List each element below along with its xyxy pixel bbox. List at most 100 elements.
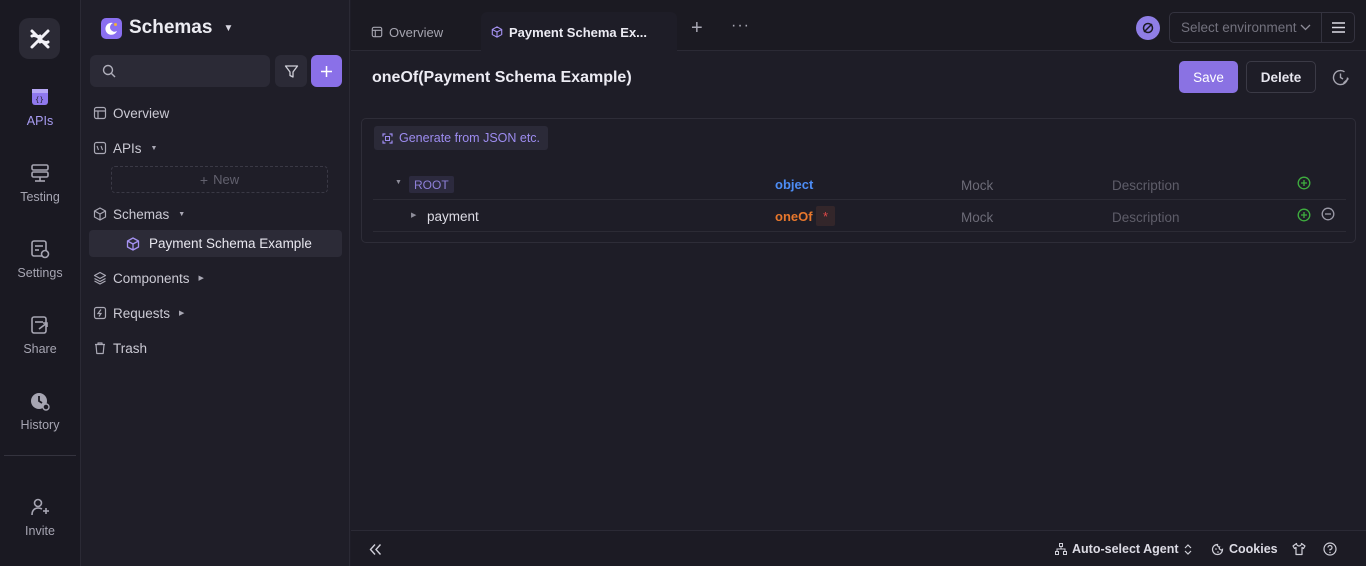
tab-overview[interactable]: Overview bbox=[351, 12, 481, 52]
workspace-icon bbox=[101, 17, 122, 39]
cookies-button[interactable]: Cookies bbox=[1211, 542, 1278, 556]
page-title: oneOf(Payment Schema Example) bbox=[372, 69, 632, 86]
new-label: New bbox=[213, 172, 240, 187]
required-toggle[interactable]: * bbox=[816, 206, 835, 226]
rail-item-share[interactable]: Share bbox=[0, 314, 80, 356]
tab-payment-schema[interactable]: Payment Schema Ex... bbox=[481, 12, 677, 52]
tree-item-requests[interactable]: Requests ▶ bbox=[93, 301, 184, 325]
save-button[interactable]: Save bbox=[1179, 61, 1238, 93]
add-sibling-icon[interactable] bbox=[1297, 208, 1311, 222]
schema-cube-icon bbox=[126, 236, 140, 251]
collapse-caret-icon[interactable]: ▼ bbox=[395, 179, 402, 186]
apis-folder-icon bbox=[93, 141, 107, 155]
collapse-sidebar-icon[interactable] bbox=[369, 543, 382, 556]
shirt-icon[interactable] bbox=[1292, 542, 1306, 556]
search-box[interactable] bbox=[90, 55, 270, 87]
menu-button[interactable] bbox=[1322, 12, 1355, 43]
rail-item-settings[interactable]: Settings bbox=[0, 238, 80, 280]
tree-item-trash[interactable]: Trash bbox=[93, 336, 147, 360]
rail-item-apis[interactable]: {} APIs bbox=[0, 86, 80, 128]
rail-label-invite: Invite bbox=[25, 524, 55, 538]
tree-item-overview[interactable]: Overview bbox=[93, 101, 169, 125]
app-logo[interactable] bbox=[19, 18, 60, 59]
tab-bar: Overview Payment Schema Ex... + ··· Sele… bbox=[351, 0, 1366, 52]
type-select-root[interactable]: object bbox=[775, 177, 813, 192]
caret-down-icon: ▼ bbox=[223, 22, 234, 34]
field-name-payment[interactable]: payment bbox=[427, 209, 479, 224]
schema-row-payment: ▶ payment oneOf * Mock Description bbox=[373, 200, 1346, 232]
rail-item-history[interactable]: History bbox=[0, 390, 80, 432]
scan-icon bbox=[382, 132, 393, 144]
sidebar: Schemas ▼ Overview APIs ▼ + New Schemas … bbox=[81, 0, 350, 566]
tree-item-apis[interactable]: APIs ▼ bbox=[93, 136, 157, 160]
generate-from-json-button[interactable]: Generate from JSON etc. bbox=[374, 126, 549, 150]
help-icon[interactable] bbox=[1323, 542, 1337, 556]
tree-item-components[interactable]: Components ▶ bbox=[93, 266, 204, 290]
settings-icon bbox=[31, 240, 50, 259]
type-select-payment[interactable]: oneOf bbox=[775, 209, 813, 224]
rail-label-share: Share bbox=[23, 342, 57, 356]
filter-icon bbox=[284, 64, 298, 78]
mock-field-root[interactable]: Mock bbox=[961, 178, 993, 193]
environment-sync-button[interactable] bbox=[1136, 16, 1160, 40]
svg-text:{}: {} bbox=[35, 96, 44, 104]
status-bar: Auto-select Agent Cookies bbox=[351, 530, 1366, 566]
new-api-button[interactable]: + New bbox=[111, 166, 328, 193]
schema-row-root: ▼ ROOT object Mock Description bbox=[373, 168, 1346, 200]
chevron-updown-icon bbox=[1184, 543, 1191, 555]
workspace-switcher[interactable]: Schemas ▼ bbox=[101, 17, 233, 39]
rail-label-history: History bbox=[20, 418, 60, 432]
rail-label-testing: Testing bbox=[20, 190, 60, 204]
cookie-icon bbox=[1211, 543, 1224, 555]
cookies-label: Cookies bbox=[1229, 542, 1278, 556]
overview-icon bbox=[93, 106, 107, 120]
caret-down-icon: ▼ bbox=[178, 210, 186, 218]
agent-select[interactable]: Auto-select Agent bbox=[1055, 542, 1192, 556]
remove-field-icon[interactable] bbox=[1321, 207, 1335, 221]
overview-icon bbox=[371, 26, 383, 38]
add-button[interactable] bbox=[311, 55, 342, 87]
sync-icon bbox=[1142, 22, 1154, 34]
caret-right-icon: ▶ bbox=[198, 275, 204, 282]
share-icon bbox=[31, 316, 48, 334]
rail-item-invite[interactable]: Invite bbox=[0, 496, 80, 538]
tree-item-schemas[interactable]: Schemas ▼ bbox=[93, 202, 185, 226]
plus-icon bbox=[321, 65, 332, 77]
environment-select-label: Select environment bbox=[1181, 20, 1297, 35]
description-field-root[interactable]: Description bbox=[1112, 178, 1180, 193]
description-field-payment[interactable]: Description bbox=[1112, 210, 1180, 225]
more-tabs-button[interactable]: ··· bbox=[731, 18, 750, 34]
generate-from-json-label: Generate from JSON etc. bbox=[399, 131, 541, 145]
version-history-icon[interactable] bbox=[1331, 68, 1350, 87]
tree-label-apis: APIs bbox=[113, 140, 142, 156]
chevron-down-icon bbox=[1300, 24, 1311, 31]
mock-field-payment[interactable]: Mock bbox=[961, 210, 993, 225]
apis-icon: {} bbox=[32, 89, 48, 105]
add-child-icon[interactable] bbox=[1297, 176, 1311, 190]
tree-item-payment-schema[interactable]: Payment Schema Example bbox=[89, 230, 342, 257]
history-icon bbox=[31, 393, 50, 411]
tree-label-schemas: Schemas bbox=[113, 206, 170, 222]
filter-button[interactable] bbox=[275, 55, 307, 87]
new-tab-button[interactable]: + bbox=[691, 18, 703, 38]
hamburger-icon bbox=[1331, 22, 1345, 33]
tree-label-trash: Trash bbox=[113, 340, 148, 356]
expand-caret-icon[interactable]: ▶ bbox=[411, 211, 416, 219]
tab-overview-label: Overview bbox=[389, 24, 444, 40]
rail-item-testing[interactable]: Testing bbox=[0, 162, 80, 204]
agent-select-label: Auto-select Agent bbox=[1072, 542, 1179, 556]
tree-label-requests: Requests bbox=[113, 305, 171, 321]
rail-label-apis: APIs bbox=[26, 114, 54, 128]
testing-icon bbox=[31, 164, 49, 182]
caret-down-icon: ▼ bbox=[150, 144, 158, 152]
tab-payment-schema-label: Payment Schema Ex... bbox=[509, 24, 648, 40]
delete-button[interactable]: Delete bbox=[1246, 61, 1316, 93]
rail-label-settings: Settings bbox=[17, 266, 63, 280]
search-input[interactable] bbox=[122, 63, 262, 79]
environment-select[interactable]: Select environment bbox=[1169, 12, 1322, 43]
invite-icon bbox=[31, 498, 49, 516]
tree-label-components: Components bbox=[113, 270, 190, 286]
caret-right-icon: ▶ bbox=[179, 310, 185, 317]
search-icon bbox=[102, 64, 116, 78]
workspace-title: Schemas bbox=[129, 17, 213, 38]
